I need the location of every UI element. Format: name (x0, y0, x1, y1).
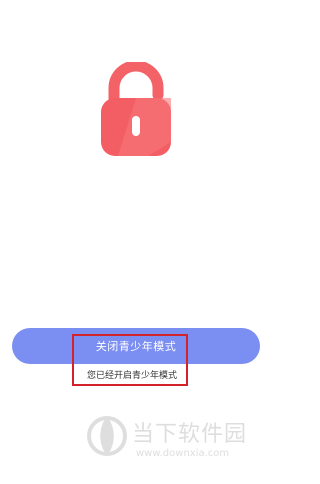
unlocked-padlock-icon (101, 62, 171, 156)
downxia-logo-icon (87, 416, 127, 456)
watermark-url: www.downxia.com (136, 448, 230, 459)
close-teen-mode-button[interactable]: 关闭青少年模式 (12, 328, 260, 364)
watermark: 当下软件园 www.downxia.com (86, 410, 256, 466)
teen-mode-status-text: 您已经开启青少年模式 (86, 371, 177, 381)
watermark-title: 当下软件园 (132, 422, 248, 447)
